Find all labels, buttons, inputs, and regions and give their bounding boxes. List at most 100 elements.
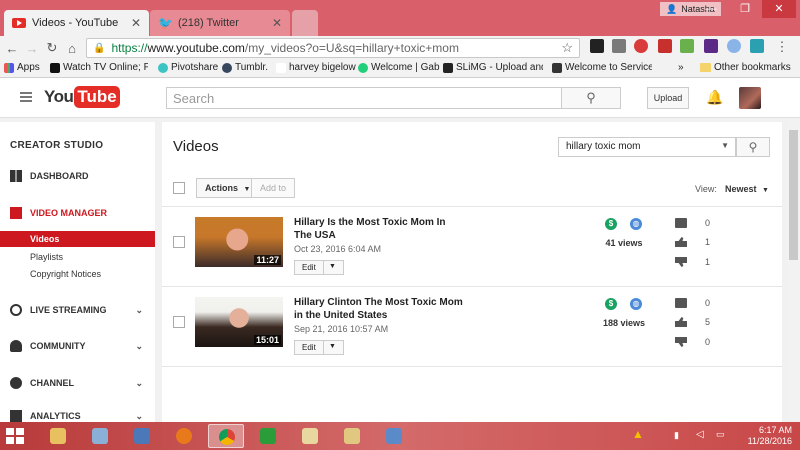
extension-shield-icon[interactable] — [590, 39, 604, 53]
table-row[interactable]: 15:01 Hillary Clinton The Most Toxic Mom… — [162, 286, 782, 366]
taskbar-app-network[interactable] — [82, 424, 118, 448]
chevron-down-icon[interactable]: ⌄ — [135, 341, 143, 352]
dislikes-stat[interactable]: 1 — [675, 257, 715, 271]
maximize-icon[interactable]: ❐ — [728, 0, 762, 18]
edit-button[interactable]: Edit ▼ — [294, 340, 344, 355]
extension-purple-icon[interactable] — [704, 39, 718, 53]
close-tab-icon[interactable]: ✕ — [131, 16, 141, 30]
sidebar-item-channel[interactable]: CHANNEL ⌄ — [0, 374, 155, 392]
taskbar-app-file[interactable] — [292, 424, 328, 448]
public-globe-icon[interactable]: ◍ — [630, 298, 642, 310]
notifications-bell-icon[interactable]: 🔔 — [706, 89, 723, 106]
page-scrollbar[interactable] — [787, 120, 800, 420]
comments-stat[interactable]: 0 — [675, 218, 715, 232]
dropdown-arrow-icon[interactable]: ▼ — [721, 141, 729, 150]
bookmark-pivotshare[interactable]: Pivotshare — [158, 62, 218, 73]
warning-icon[interactable]: ▲ — [632, 427, 644, 441]
taskbar-app-firefox[interactable] — [166, 424, 202, 448]
upload-button[interactable]: Upload — [647, 87, 689, 109]
new-tab-button[interactable] — [292, 10, 318, 36]
signal-icon[interactable]: ▮ — [674, 430, 679, 441]
address-bar[interactable]: 🔒 https:// www.youtube.com /my_videos?o=… — [86, 38, 580, 58]
chevron-down-icon[interactable]: ⌄ — [135, 411, 143, 422]
taskbar-app-chrome[interactable] — [208, 424, 244, 448]
close-tab-icon[interactable]: ✕ — [272, 16, 282, 30]
search-input[interactable]: Search — [166, 87, 562, 109]
taskbar-app-store[interactable] — [250, 424, 286, 448]
hamburger-menu-icon[interactable] — [20, 92, 32, 104]
home-icon[interactable]: ⌂ — [62, 41, 82, 56]
taskbar-app-computer[interactable] — [124, 424, 160, 448]
sidebar-item-analytics[interactable]: ANALYTICS ⌄ — [0, 410, 155, 422]
extension-globe-icon[interactable] — [727, 39, 741, 53]
video-thumbnail[interactable]: 15:01 — [195, 297, 283, 347]
edit-dropdown-arrow-icon[interactable]: ▼ — [329, 343, 336, 350]
edit-dropdown-arrow-icon[interactable]: ▼ — [329, 263, 336, 270]
extension-teal-icon[interactable] — [750, 39, 764, 53]
sidebar-subitem-videos[interactable]: Videos — [0, 231, 155, 247]
bookmark-tumblr[interactable]: Tumblr. — [222, 62, 268, 73]
youtube-logo[interactable]: You Tube — [44, 86, 120, 108]
edit-button[interactable]: Edit ▼ — [294, 260, 344, 275]
row-checkbox[interactable] — [173, 316, 185, 328]
extension-ublock-icon[interactable] — [612, 39, 626, 53]
keyboard-icon[interactable]: ▭ — [716, 429, 725, 440]
taskbar-app-explorer[interactable] — [40, 424, 76, 448]
video-thumbnail[interactable]: 11:27 — [195, 217, 283, 267]
extension-abp-icon[interactable] — [634, 39, 648, 53]
bookmark-slimg[interactable]: SLiMG - Upload and S — [443, 62, 543, 73]
bookmark-gab[interactable]: Welcome | Gab — [358, 62, 440, 73]
dislikes-stat[interactable]: 0 — [675, 337, 715, 351]
video-title-link[interactable]: Hillary Clinton The Most Toxic Mom in th… — [294, 296, 464, 322]
remote-desktop-icon — [386, 428, 402, 444]
tab-youtube-videos[interactable]: Videos - YouTube ✕ — [4, 10, 149, 36]
bookmark-apps[interactable]: Apps — [4, 62, 40, 73]
row-checkbox[interactable] — [173, 236, 185, 248]
reload-icon[interactable]: ↻ — [42, 40, 62, 56]
forward-arrow-icon[interactable]: → — [22, 41, 42, 56]
video-title-link[interactable]: Hillary Is the Most Toxic Mom In The USA — [294, 216, 464, 242]
volume-icon[interactable]: ◁ — [696, 429, 704, 440]
tab-twitter[interactable]: 🐦 (218) Twitter ✕ — [150, 10, 290, 36]
chevron-down-icon[interactable]: ⌄ — [135, 305, 143, 316]
taskbar-app-folder[interactable] — [334, 424, 370, 448]
taskbar-clock[interactable]: 6:17 AM 11/28/2016 — [748, 425, 792, 447]
taskbar-app-remote[interactable] — [376, 424, 412, 448]
public-globe-icon[interactable]: ◍ — [630, 218, 642, 230]
extension-green-icon[interactable] — [680, 39, 694, 53]
windows-start-icon[interactable] — [6, 428, 24, 444]
scrollbar-thumb[interactable] — [789, 130, 798, 260]
chevron-down-icon[interactable]: ⌄ — [135, 378, 143, 389]
comments-stat[interactable]: 0 — [675, 298, 715, 312]
select-all-checkbox[interactable] — [173, 182, 185, 194]
bookmark-watch-tv[interactable]: Watch TV Online; Pay — [50, 62, 148, 73]
bookmark-harvey-bigelow[interactable]: harvey bigelow — [276, 62, 356, 73]
view-sort-select[interactable]: Newest ▼ — [725, 184, 769, 194]
sidebar-item-live-streaming[interactable]: LIVE STREAMING ⌄ — [0, 301, 155, 319]
likes-stat[interactable]: 5 — [675, 317, 715, 331]
bookmark-star-icon[interactable]: ☆ — [561, 40, 573, 56]
sidebar-item-community[interactable]: COMMUNITY ⌄ — [0, 337, 155, 355]
chrome-menu-icon[interactable]: ⋮ — [772, 39, 792, 55]
actions-button[interactable]: Actions ▼ — [196, 178, 260, 198]
monetization-dollar-icon[interactable]: $ — [605, 218, 617, 230]
bookmark-other[interactable]: Other bookmarks — [700, 62, 791, 73]
more-bookmarks-button[interactable]: » — [678, 62, 684, 73]
back-arrow-icon[interactable]: ← — [2, 41, 22, 56]
table-row[interactable]: 11:27 Hillary Is the Most Toxic Mom In T… — [162, 206, 782, 286]
video-search-input[interactable]: hillary toxic mom ▼ — [558, 137, 736, 157]
likes-stat[interactable]: 1 — [675, 237, 715, 251]
bookmark-service[interactable]: Welcome to Service C — [552, 62, 652, 73]
sidebar-subitem-copyright-notices[interactable]: Copyright Notices — [0, 266, 155, 282]
sidebar-subitem-playlists[interactable]: Playlists — [0, 249, 155, 265]
add-to-button[interactable]: Add to — [251, 178, 296, 198]
close-window-icon[interactable]: ✕ — [762, 0, 796, 18]
extension-red-icon[interactable] — [658, 39, 672, 53]
avatar[interactable] — [739, 87, 761, 109]
sidebar-item-video-manager[interactable]: VIDEO MANAGER — [0, 204, 155, 222]
sidebar-item-dashboard[interactable]: DASHBOARD — [0, 167, 155, 185]
minimize-icon[interactable]: — — [694, 0, 728, 18]
search-button[interactable]: ⚲ — [561, 87, 621, 109]
video-search-button[interactable]: ⚲ — [736, 137, 770, 157]
monetization-dollar-icon[interactable]: $ — [605, 298, 617, 310]
